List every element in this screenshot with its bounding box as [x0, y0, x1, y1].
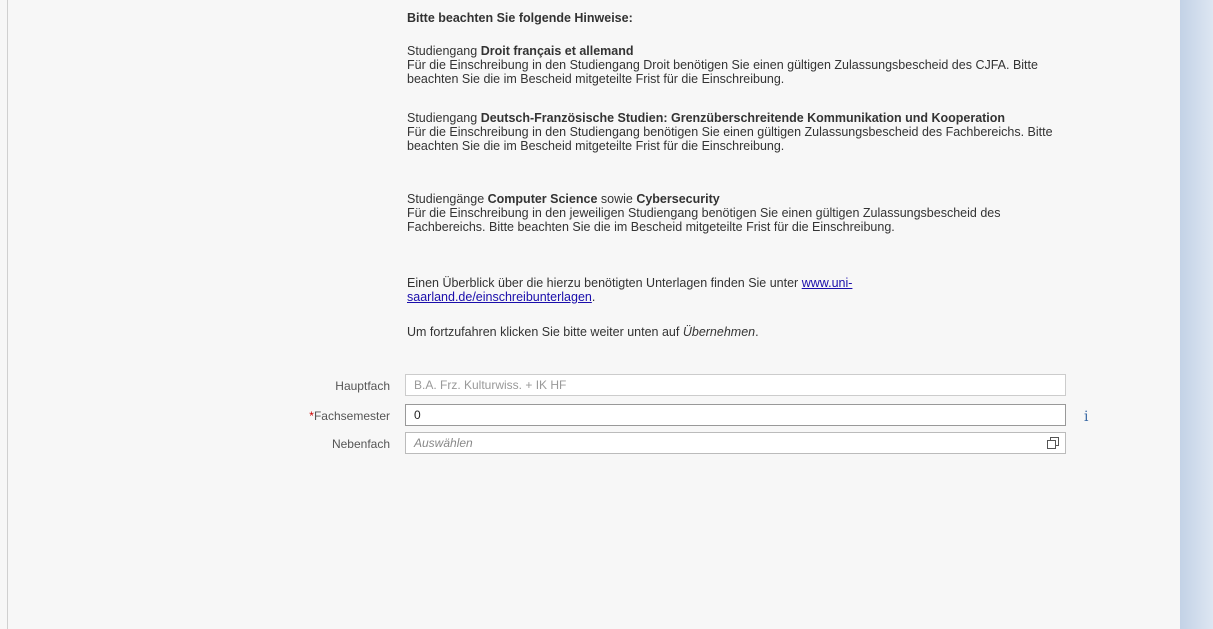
value-help-icon[interactable] — [1047, 437, 1059, 449]
block-head-title: Droit français et allemand — [480, 44, 634, 58]
fachsemester-label: *Fachsemester — [270, 409, 390, 423]
block-body: Für die Einschreibung in den Studiengang… — [407, 58, 1038, 86]
block-head-mid: sowie — [597, 192, 637, 206]
notice-block-dfs: Studiengang Deutsch-Französische Studien… — [407, 111, 1067, 153]
block-head-title-2: Cybersecurity — [636, 192, 720, 206]
block-head-title: Deutsch-Französische Studien: Grenzübers… — [480, 111, 1006, 125]
continue-emphasis: Übernehmen — [682, 325, 756, 339]
notice-continue: Um fortzufahren klicken Sie bitte weiter… — [407, 325, 1067, 339]
nebenfach-select[interactable]: Auswählen — [405, 432, 1066, 454]
notice-overview: Einen Überblick über die hierzu benötigt… — [407, 276, 947, 304]
block-head-prefix: Studiengang — [407, 111, 481, 125]
overview-suffix: . — [591, 290, 596, 304]
continue-text: Um fortzufahren klicken Sie bitte weiter… — [407, 325, 683, 339]
hauptfach-field: B.A. Frz. Kulturwiss. + IK HF — [405, 374, 1066, 396]
notice-block-cs: Studiengänge Computer Science sowie Cybe… — [407, 192, 1067, 234]
block-body: Für die Einschreibung in den Studiengang… — [407, 125, 1053, 153]
overview-text: Einen Überblick über die hierzu benötigt… — [407, 276, 802, 290]
right-side-panel — [1180, 0, 1213, 629]
hauptfach-label: Hauptfach — [335, 379, 390, 393]
fachsemester-label-text: Fachsemester — [313, 409, 390, 423]
info-icon[interactable]: i — [1084, 409, 1088, 425]
block-head-prefix: Studiengang — [407, 44, 481, 58]
nebenfach-placeholder: Auswählen — [414, 436, 473, 450]
left-border — [7, 0, 8, 629]
notice-block-droit: Studiengang Droit français et allemand F… — [407, 44, 1067, 86]
fachsemester-input[interactable]: 0 — [405, 404, 1066, 426]
continue-suffix: . — [755, 325, 759, 339]
block-head-prefix: Studiengänge — [407, 192, 488, 206]
block-body: Für die Einschreibung in den jeweiligen … — [407, 206, 1001, 234]
nebenfach-label: Nebenfach — [331, 437, 390, 451]
notice-title: Bitte beachten Sie folgende Hinweise: — [407, 11, 633, 25]
block-head-title: Computer Science — [487, 192, 598, 206]
